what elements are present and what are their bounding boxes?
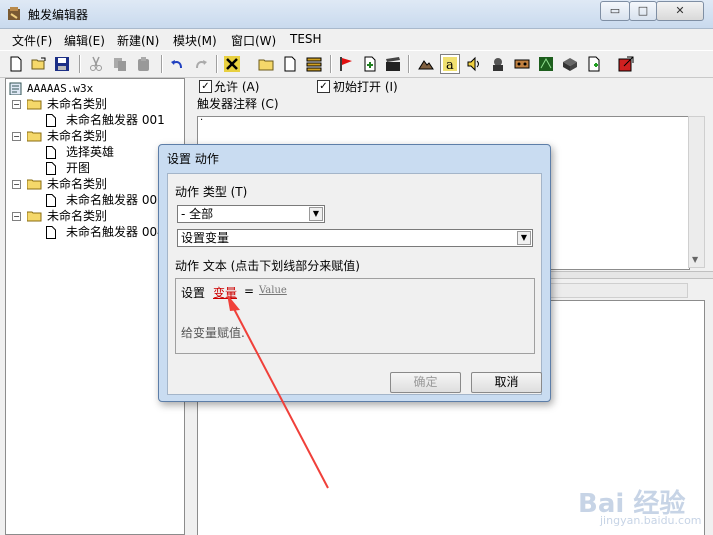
annotation-arrow	[227, 294, 329, 489]
watermark-url: jingyan.baidu.com	[600, 514, 702, 527]
